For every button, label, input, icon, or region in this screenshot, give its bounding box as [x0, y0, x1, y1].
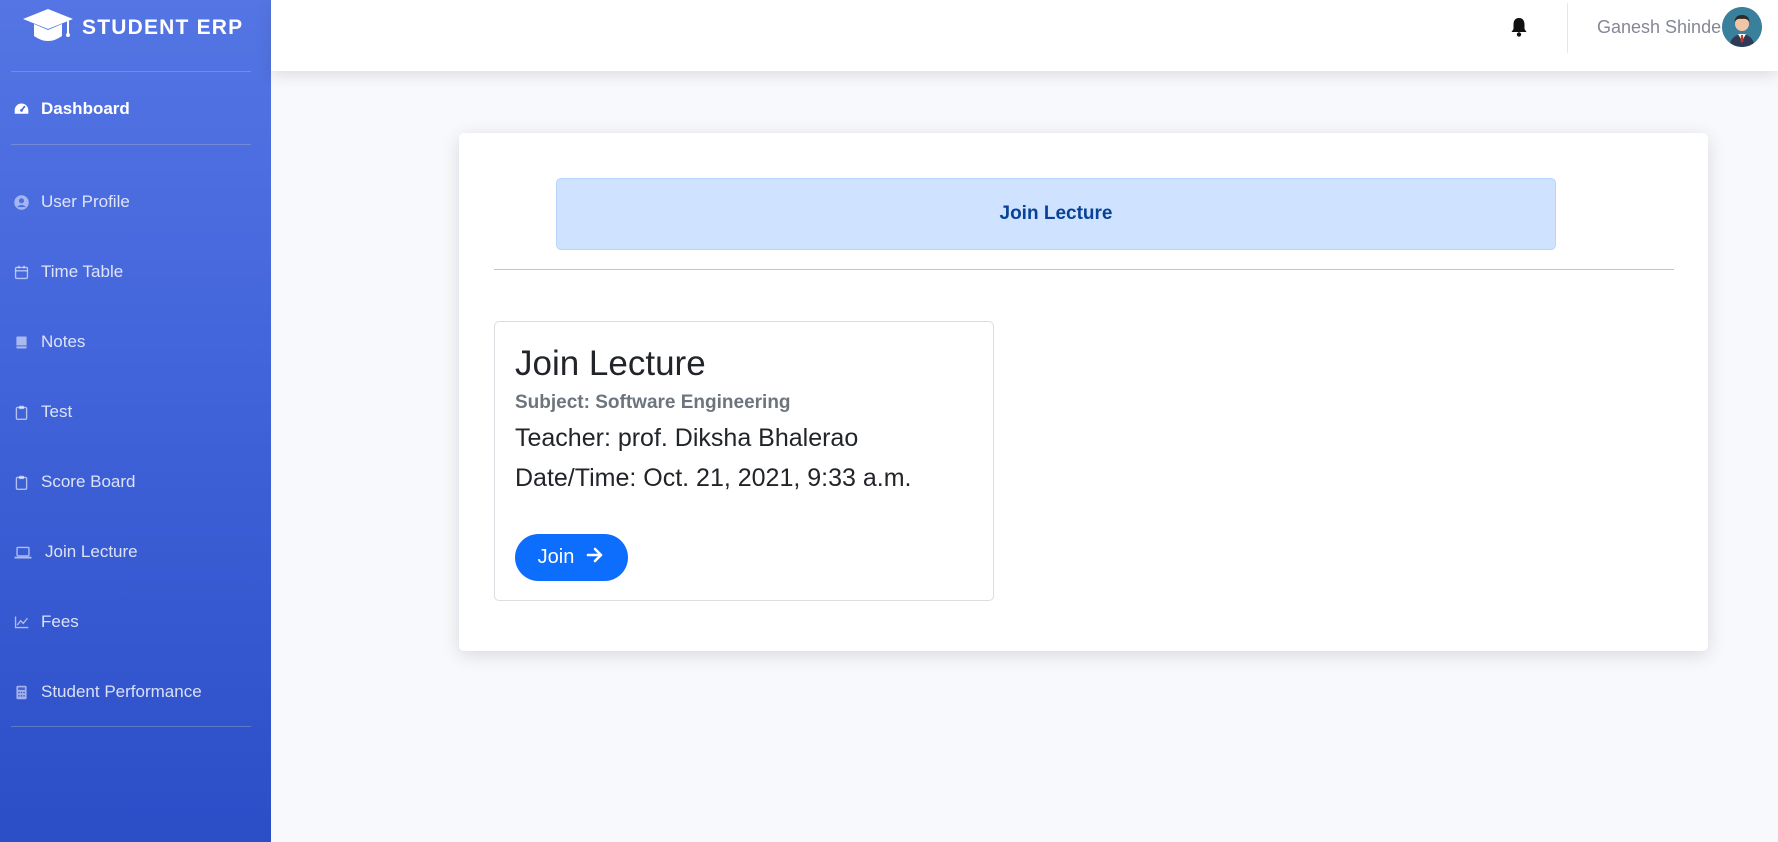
brand[interactable]: STUDENT ERP	[22, 8, 243, 48]
sidebar-item-label: Notes	[41, 332, 86, 351]
calendar-icon	[11, 262, 31, 282]
sidebar-item-label: Student Performance	[41, 682, 202, 701]
calculator-icon	[11, 682, 31, 702]
topbar: Ganesh Shinde	[271, 0, 1778, 71]
join-button-label: Join	[537, 546, 575, 568]
sidebar-item-label: Join Lecture	[45, 542, 138, 561]
topbar-divider	[1567, 3, 1568, 53]
sidebar-item-label: Time Table	[41, 262, 124, 281]
sidebar-item-label: Dashboard	[41, 99, 130, 118]
sidebar-divider	[11, 144, 251, 145]
sidebar-item-label: Test	[41, 402, 73, 421]
sidebar-item-dashboard[interactable]: Dashboard	[0, 89, 271, 129]
lecture-subject: Subject: Software Engineering	[515, 392, 791, 413]
join-lecture-alert: Join Lecture	[556, 178, 1556, 250]
main-card: Join Lecture Join Lecture Subject: Softw…	[459, 133, 1708, 651]
user-circle-icon	[11, 192, 31, 212]
sidebar-item-label: Score Board	[41, 472, 136, 491]
clipboard-icon	[11, 402, 31, 422]
lecture-teacher: Teacher: prof. Diksha Bhalerao	[515, 424, 859, 452]
lecture-card: Join Lecture Subject: Software Engineeri…	[494, 321, 994, 601]
divider	[494, 269, 1674, 270]
lecture-datetime: Date/Time: Oct. 21, 2021, 9:33 a.m.	[515, 464, 912, 492]
laptop-icon	[11, 542, 35, 562]
sidebar-item-test[interactable]: Test	[0, 392, 271, 432]
chart-line-icon	[11, 612, 31, 632]
sidebar-item-score-board[interactable]: Score Board	[0, 462, 271, 502]
lecture-title: Join Lecture	[515, 344, 706, 383]
sidebar-item-time-table[interactable]: Time Table	[0, 252, 271, 292]
sidebar-item-notes[interactable]: Notes	[0, 322, 271, 362]
sidebar-divider	[11, 726, 251, 727]
graduation-cap-icon	[22, 6, 74, 51]
sidebar-item-label: User Profile	[41, 192, 130, 211]
arrow-right-icon	[574, 545, 605, 571]
sidebar-divider	[11, 71, 251, 72]
book-icon	[11, 332, 31, 352]
tachometer-icon	[11, 99, 31, 119]
user-name[interactable]: Ganesh Shinde	[1597, 17, 1721, 38]
sidebar-item-user-profile[interactable]: User Profile	[0, 182, 271, 222]
sidebar-item-student-performance[interactable]: Student Performance	[0, 672, 271, 712]
clipboard-icon	[11, 472, 31, 492]
brand-name: STUDENT ERP	[82, 16, 244, 39]
avatar[interactable]	[1722, 7, 1762, 47]
sidebar-item-label: Fees	[41, 612, 79, 631]
sidebar: STUDENT ERP Dashboard User Profile Time …	[0, 0, 271, 842]
join-button[interactable]: Join	[515, 534, 628, 581]
sidebar-item-fees[interactable]: Fees	[0, 602, 271, 642]
sidebar-item-join-lecture[interactable]: Join Lecture	[0, 532, 271, 572]
bell-icon[interactable]	[1507, 15, 1531, 39]
